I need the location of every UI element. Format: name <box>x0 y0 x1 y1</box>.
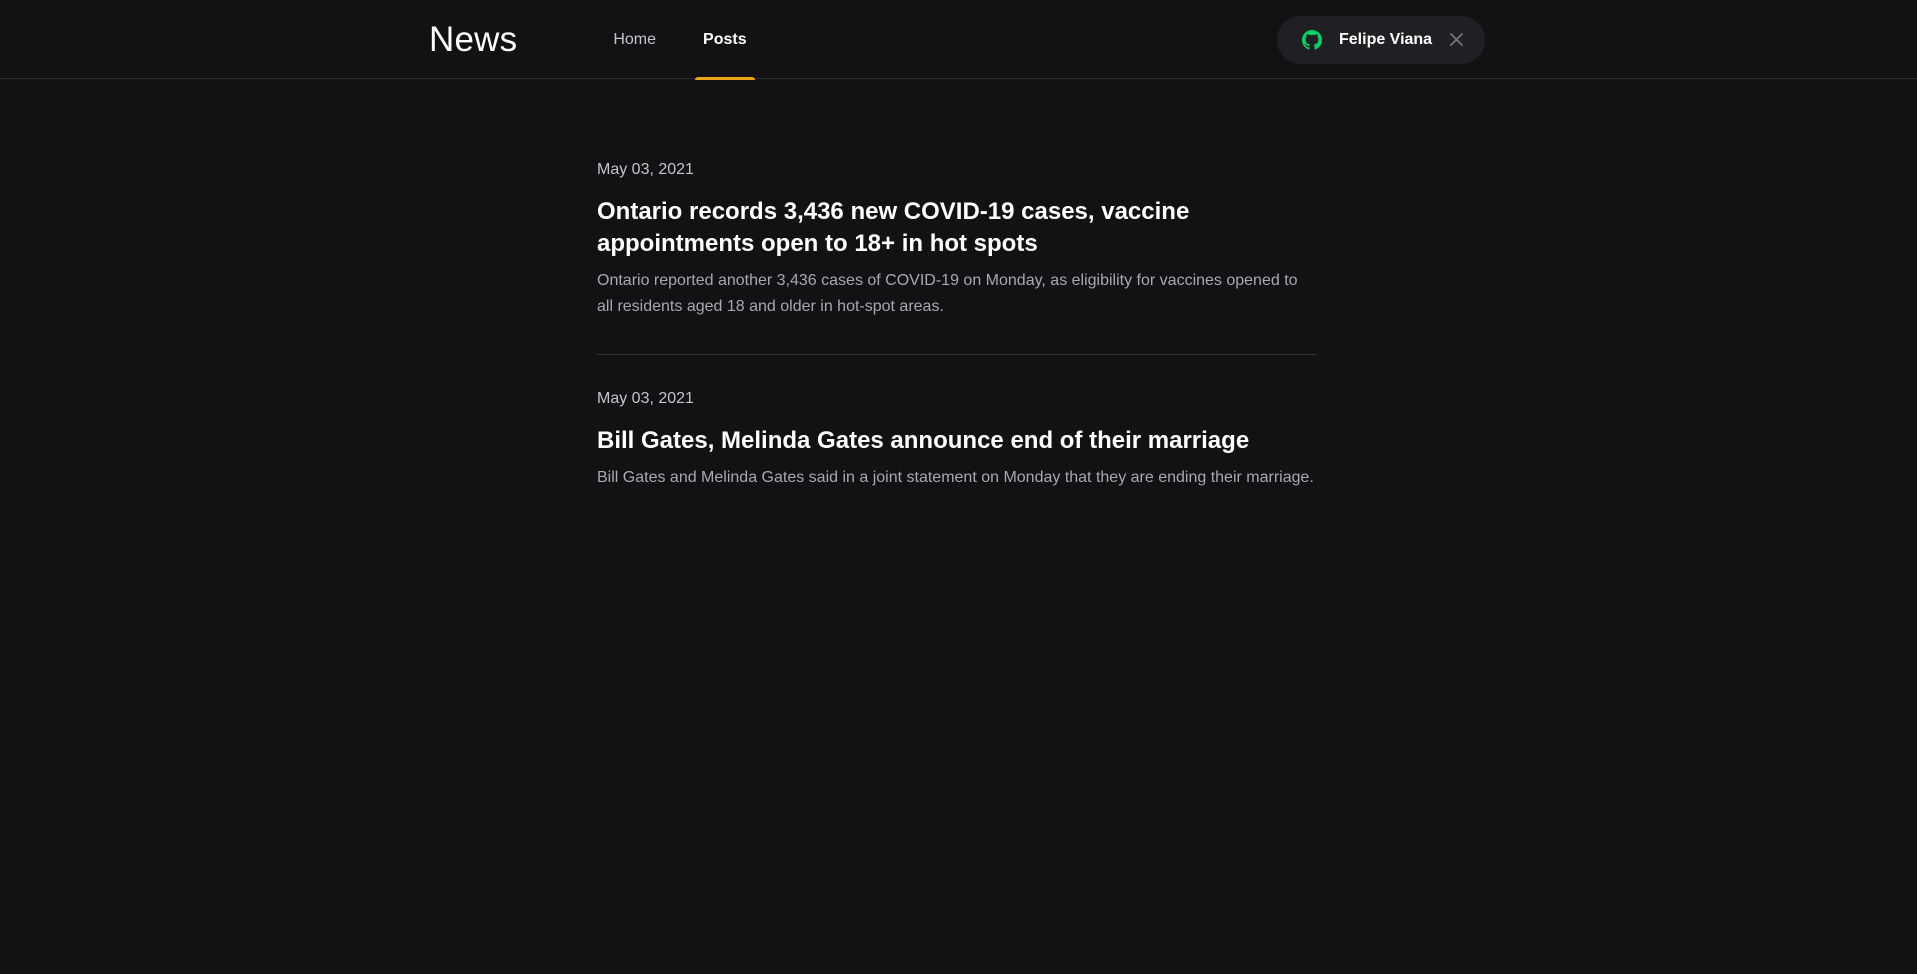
header-content: News Home Posts Felipe Viana <box>429 0 1485 80</box>
github-icon <box>1301 29 1323 51</box>
main-nav: Home Posts <box>605 0 785 80</box>
user-name: Felipe Viana <box>1339 30 1433 48</box>
post-title[interactable]: Bill Gates, Melinda Gates announce end o… <box>597 425 1317 457</box>
post-date: May 03, 2021 <box>597 390 694 407</box>
post-item[interactable]: May 03, 2021 Bill Gates, Melinda Gates a… <box>597 354 1317 491</box>
user-signout-button[interactable]: Felipe Viana <box>1277 15 1485 64</box>
post-date: May 03, 2021 <box>597 161 694 178</box>
posts-list: May 03, 2021 Ontario records 3,436 new C… <box>597 160 1317 491</box>
nav-posts-link[interactable]: Posts <box>695 0 755 80</box>
post-item[interactable]: May 03, 2021 Ontario records 3,436 new C… <box>597 160 1317 320</box>
close-icon[interactable] <box>1449 33 1463 47</box>
site-logo: News <box>429 19 518 59</box>
nav-home-link[interactable]: Home <box>605 0 664 79</box>
post-excerpt: Ontario reported another 3,436 cases of … <box>597 272 1298 315</box>
post-title[interactable]: Ontario records 3,436 new COVID-19 cases… <box>597 196 1317 260</box>
post-excerpt: Bill Gates and Melinda Gates said in a j… <box>597 469 1314 486</box>
site-header: News Home Posts Felipe Viana <box>0 0 1917 80</box>
